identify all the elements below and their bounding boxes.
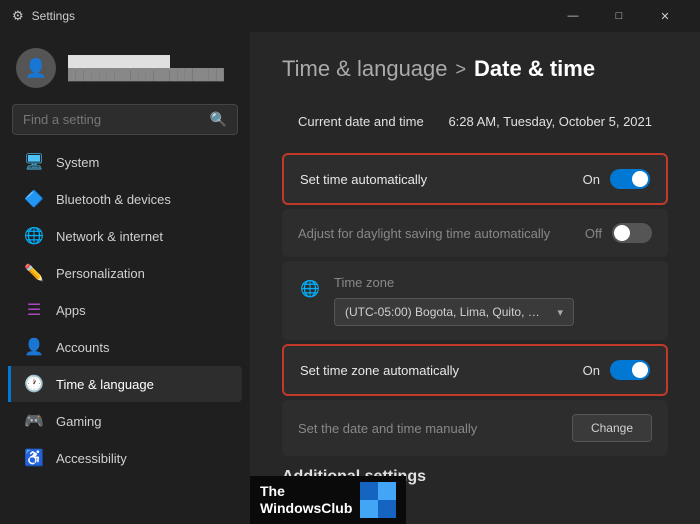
set-timezone-auto-row: Set time zone automatically On: [284, 346, 666, 394]
sidebar-item-label: Personalization: [56, 266, 145, 281]
time-icon: 🕐: [24, 374, 44, 394]
user-name: ████████████: [68, 55, 224, 69]
network-icon: 🌐: [24, 226, 44, 246]
sidebar-item-network[interactable]: 🌐 Network & internet: [8, 218, 242, 254]
titlebar-controls: — □ ✕: [550, 0, 688, 32]
sidebar-item-label: Bluetooth & devices: [56, 192, 171, 207]
current-time-value: 6:28 AM, Tuesday, October 5, 2021: [448, 114, 652, 129]
daylight-saving-label: Adjust for daylight saving time automati…: [298, 226, 550, 241]
timezone-value: (UTC-05:00) Bogota, Lima, Quito, Rio Bra…: [345, 305, 545, 319]
sidebar-item-gaming[interactable]: 🎮 Gaming: [8, 403, 242, 439]
settings-icon: ⚙: [12, 8, 24, 24]
set-timezone-auto-right: On: [583, 360, 650, 380]
toggle-thumb: [632, 171, 648, 187]
globe-icon: 🌐: [298, 277, 322, 301]
personalization-icon: ✏️: [24, 263, 44, 283]
sidebar-item-time[interactable]: 🕐 Time & language: [8, 366, 242, 402]
sidebar-item-label: Accounts: [56, 340, 109, 355]
gaming-icon: 🎮: [24, 411, 44, 431]
current-time-label: Current date and time: [298, 114, 424, 129]
set-time-auto-label: Set time automatically: [300, 172, 427, 187]
manual-date-label: Set the date and time manually: [298, 421, 477, 436]
timezone-section: 🌐 Time zone (UTC-05:00) Bogota, Lima, Qu…: [282, 261, 668, 340]
content-area: Time & language > Date & time Current da…: [250, 32, 700, 524]
sidebar-nav: 🖥 System 🔷 Bluetooth & devices 🌐 Network…: [0, 143, 250, 477]
set-time-auto-toggle[interactable]: [610, 169, 650, 189]
sidebar-item-label: Gaming: [56, 414, 102, 429]
system-icon: 🖥: [24, 152, 44, 172]
titlebar: ⚙ Settings — □ ✕: [0, 0, 700, 32]
daylight-saving-toggle[interactable]: [612, 223, 652, 243]
set-timezone-auto-card: Set time zone automatically On: [282, 344, 668, 396]
sidebar-item-accessibility[interactable]: ♿ Accessibility: [8, 440, 242, 476]
accounts-icon: 👤: [24, 337, 44, 357]
sidebar-item-personalization[interactable]: ✏️ Personalization: [8, 255, 242, 291]
sidebar-item-label: Time & language: [56, 377, 154, 392]
daylight-saving-status: Off: [585, 226, 602, 241]
set-time-auto-row: Set time automatically On: [284, 155, 666, 203]
current-time-row: Current date and time 6:28 AM, Tuesday, …: [282, 102, 668, 141]
titlebar-left: ⚙ Settings: [12, 8, 550, 24]
daylight-saving-right: Off: [585, 223, 652, 243]
close-button[interactable]: ✕: [642, 0, 688, 32]
daylight-saving-row: Adjust for daylight saving time automati…: [282, 209, 668, 257]
sidebar-item-label: System: [56, 155, 99, 170]
sidebar-item-bluetooth[interactable]: 🔷 Bluetooth & devices: [8, 181, 242, 217]
sidebar-item-label: Apps: [56, 303, 86, 318]
user-section: 👤 ████████████ ████████████████████: [0, 32, 250, 100]
set-time-auto-right: On: [583, 169, 650, 189]
accessibility-icon: ♿: [24, 448, 44, 468]
maximize-button[interactable]: □: [596, 0, 642, 32]
sidebar-item-label: Network & internet: [56, 229, 163, 244]
chevron-down-icon: ▾: [557, 306, 563, 319]
watermark: The WindowsClub: [250, 476, 406, 524]
set-time-auto-card: Set time automatically On: [282, 153, 668, 205]
toggle-thumb: [614, 225, 630, 241]
timezone-inner: 🌐 Time zone (UTC-05:00) Bogota, Lima, Qu…: [298, 275, 652, 326]
watermark-logo: [360, 482, 396, 518]
timezone-content: Time zone (UTC-05:00) Bogota, Lima, Quit…: [334, 275, 652, 326]
watermark-text-block: The WindowsClub: [260, 483, 352, 517]
set-timezone-auto-toggle[interactable]: [610, 360, 650, 380]
titlebar-title: Settings: [32, 9, 75, 23]
user-info: ████████████ ████████████████████: [68, 55, 224, 81]
set-time-auto-status: On: [583, 172, 600, 187]
sidebar-item-accounts[interactable]: 👤 Accounts: [8, 329, 242, 365]
sidebar-item-apps[interactable]: ☰ Apps: [8, 292, 242, 328]
manual-date-row: Set the date and time manually Change: [282, 400, 668, 456]
apps-icon: ☰: [24, 300, 44, 320]
breadcrumb-current: Date & time: [474, 56, 595, 82]
user-email: ████████████████████: [68, 69, 224, 81]
search-input[interactable]: [23, 112, 202, 127]
avatar: 👤: [16, 48, 56, 88]
search-icon: 🔍: [210, 111, 227, 128]
sidebar: 👤 ████████████ ████████████████████ 🔍 🖥 …: [0, 32, 250, 524]
daylight-saving-card: Adjust for daylight saving time automati…: [282, 209, 668, 257]
active-indicator: [8, 366, 11, 402]
breadcrumb-separator: >: [456, 59, 467, 80]
toggle-thumb: [632, 362, 648, 378]
set-timezone-auto-status: On: [583, 363, 600, 378]
change-button[interactable]: Change: [572, 414, 652, 442]
timezone-label: Time zone: [334, 275, 652, 290]
sidebar-item-system[interactable]: 🖥 System: [8, 144, 242, 180]
bluetooth-icon: 🔷: [24, 189, 44, 209]
breadcrumb-parent: Time & language: [282, 56, 448, 82]
timezone-select[interactable]: (UTC-05:00) Bogota, Lima, Quito, Rio Bra…: [334, 298, 574, 326]
breadcrumb: Time & language > Date & time: [282, 56, 668, 82]
watermark-line2: WindowsClub: [260, 500, 352, 517]
app-body: 👤 ████████████ ████████████████████ 🔍 🖥 …: [0, 32, 700, 524]
search-box[interactable]: 🔍: [12, 104, 238, 135]
set-timezone-auto-label: Set time zone automatically: [300, 363, 459, 378]
watermark-line1: The: [260, 483, 352, 500]
minimize-button[interactable]: —: [550, 0, 596, 32]
sidebar-item-label: Accessibility: [56, 451, 127, 466]
